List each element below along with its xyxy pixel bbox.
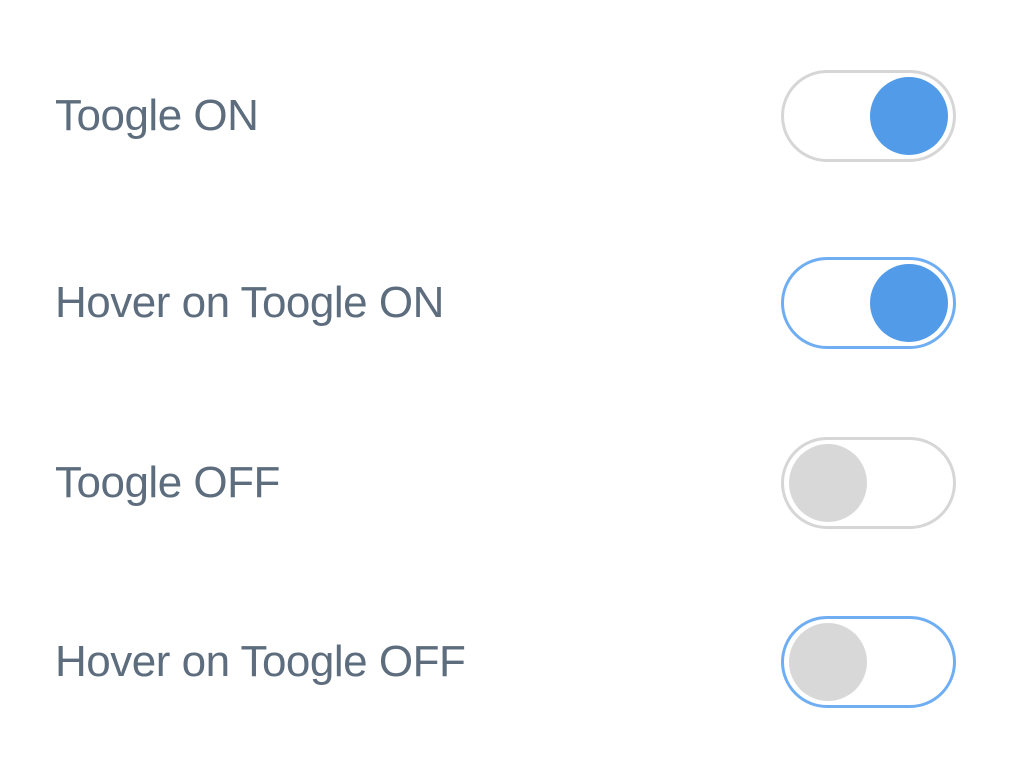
toggle-label: Hover on Toogle ON <box>55 278 444 327</box>
toggle-switch-hover-off[interactable] <box>781 616 956 708</box>
toggle-switch-off[interactable] <box>781 437 956 529</box>
toggle-row-off: Toogle OFF <box>0 437 1026 529</box>
toggle-knob <box>870 264 948 342</box>
toggle-knob <box>870 77 948 155</box>
toggle-row-hover-off: Hover on Toogle OFF <box>0 616 1026 708</box>
toggle-switch-hover-on[interactable] <box>781 257 956 349</box>
toggle-row-hover-on: Hover on Toogle ON <box>0 257 1026 349</box>
toggle-row-on: Toogle ON <box>0 70 1026 162</box>
toggle-label: Hover on Toogle OFF <box>55 637 466 686</box>
toggle-knob <box>789 623 867 701</box>
toggle-label: Toogle OFF <box>55 458 280 507</box>
toggle-switch-on[interactable] <box>781 70 956 162</box>
toggle-label: Toogle ON <box>55 91 259 140</box>
toggle-knob <box>789 444 867 522</box>
